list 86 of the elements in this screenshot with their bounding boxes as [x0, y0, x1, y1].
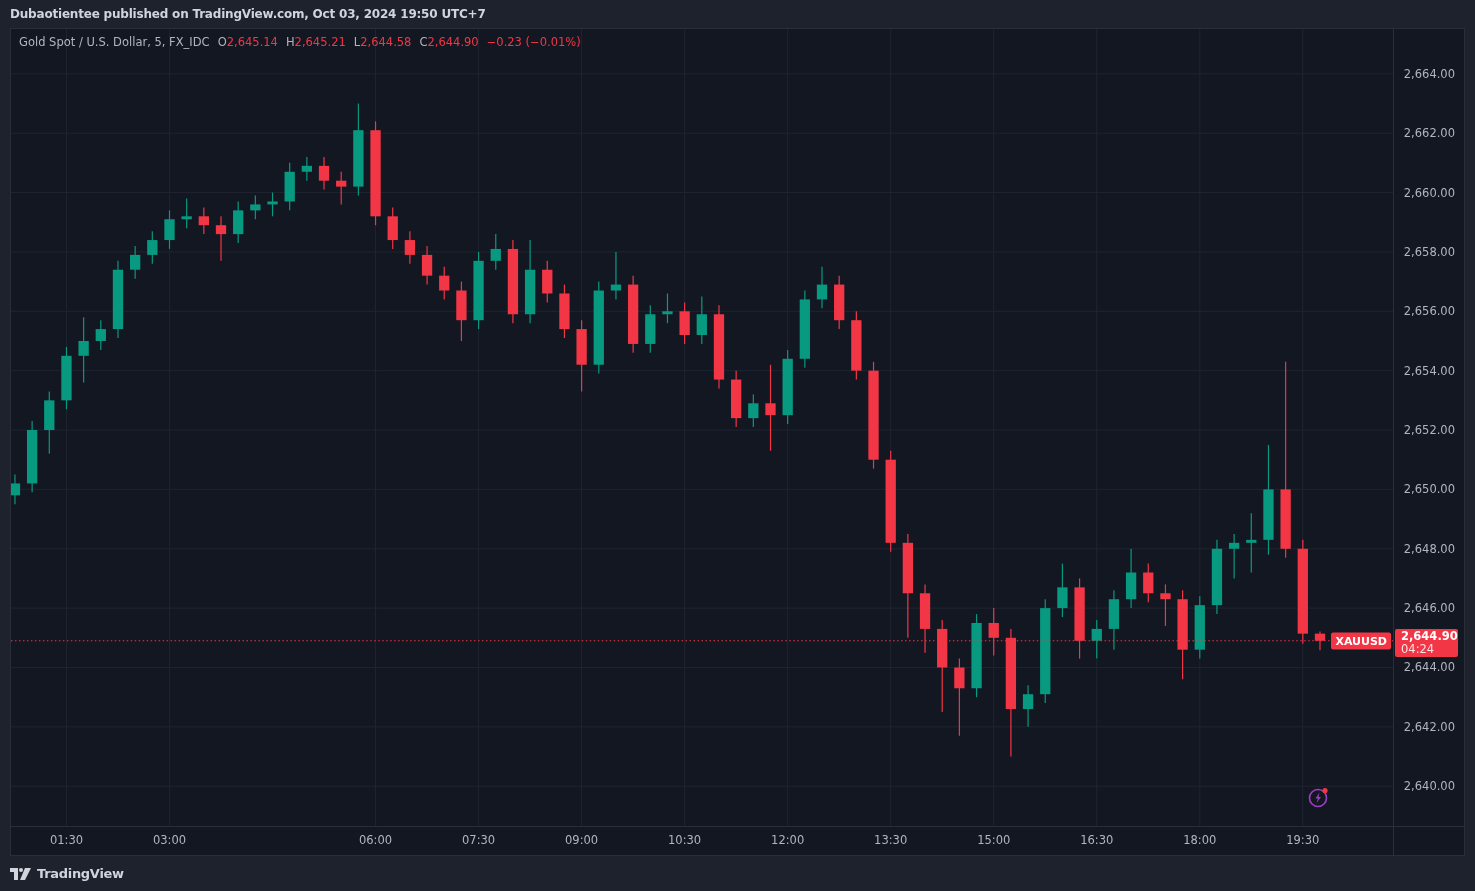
candlestick — [542, 260, 553, 303]
symbol-tag: XAUUSD — [1331, 632, 1391, 650]
time-tick: 15:00 — [977, 833, 1011, 847]
candlestick — [679, 301, 690, 345]
candlestick — [1125, 548, 1137, 609]
candlestick — [1246, 512, 1257, 574]
candlestick — [404, 230, 416, 265]
price-tick: 2,658.00 — [1403, 244, 1455, 259]
candlestick — [147, 230, 158, 265]
candlestick — [1160, 583, 1171, 627]
candlestick — [387, 206, 398, 250]
lightning-icon[interactable] — [1308, 786, 1330, 808]
ohlc-value: H2,645.21 — [285, 35, 346, 49]
candlestick — [559, 283, 570, 339]
candlestick — [336, 171, 347, 206]
price-tick: 2,656.00 — [1403, 304, 1455, 319]
time-tick: 12:00 — [771, 833, 805, 847]
candlestick — [834, 275, 845, 330]
candlestick — [851, 310, 862, 381]
candlestick — [731, 370, 742, 428]
candlestick — [919, 583, 931, 654]
candlestick — [95, 319, 106, 351]
candlestick — [645, 304, 656, 354]
time-tick: 01:30 — [49, 833, 84, 847]
candlestick — [61, 346, 72, 410]
candlestick — [696, 295, 707, 345]
candlestick — [456, 281, 467, 342]
candlestick — [1022, 684, 1034, 728]
candlestick — [439, 266, 450, 301]
symbol-title: Gold Spot / U.S. Dollar, 5, FX_IDC — [19, 35, 210, 49]
time-tick: 10:30 — [668, 833, 702, 847]
ohlc-value: C2,644.90 — [419, 35, 479, 49]
candlestick — [250, 194, 261, 220]
time-tick: 19:30 — [1286, 833, 1320, 847]
candlestick — [1108, 589, 1120, 651]
candlestick — [164, 209, 175, 250]
candlestick — [78, 316, 89, 384]
candlestick — [44, 390, 55, 455]
candlestick — [130, 245, 141, 280]
price-tick: 2,644.00 — [1403, 660, 1455, 675]
time-tick: 09:00 — [565, 833, 599, 847]
time-tick: 03:00 — [152, 833, 187, 847]
candlestick — [198, 206, 209, 235]
candlestick — [215, 215, 227, 262]
candlestick — [1091, 619, 1102, 660]
candlestick — [610, 251, 622, 301]
candlestick — [1057, 563, 1068, 618]
ohlc-value: L2,644.58 — [353, 35, 412, 49]
candlestick — [318, 156, 330, 191]
candlestick — [988, 607, 999, 657]
candlestick — [662, 292, 673, 324]
time-tick: 16:30 — [1080, 833, 1114, 847]
candlestick — [181, 197, 192, 229]
candlestick — [816, 266, 828, 309]
brand-name: TradingView — [37, 866, 124, 881]
candlestick — [1143, 563, 1154, 603]
candlestick — [284, 162, 295, 211]
time-tick: 07:30 — [462, 833, 496, 847]
price-tick: 2,654.00 — [1403, 363, 1455, 378]
candlestick — [490, 233, 501, 271]
price-tick: 2,640.00 — [1403, 779, 1455, 794]
candlestick — [1229, 533, 1240, 580]
candlestick — [233, 200, 244, 244]
price-tick: 2,648.00 — [1403, 541, 1455, 556]
price-tick: 2,650.00 — [1403, 482, 1455, 497]
logo-icon — [10, 867, 32, 880]
price-tick: 2,646.00 — [1403, 601, 1455, 616]
last-price-tag: 2,644.90 04:24 — [1395, 628, 1458, 657]
candlestick — [421, 245, 433, 286]
ohlc-value: O2,645.14 — [217, 35, 278, 49]
candlestick — [1314, 630, 1326, 651]
candlestick — [301, 156, 312, 182]
time-tick: 13:30 — [874, 833, 908, 847]
price-tick: 2,660.00 — [1403, 185, 1455, 200]
price-change: −0.23 (−0.01%) — [486, 35, 581, 49]
candlestick — [11, 473, 21, 505]
candlestick — [267, 191, 278, 217]
publication-caption: Dubaotientee published on TradingView.com, Oct 03, 2024 19:50 UTC+7 — [10, 7, 486, 21]
price-tick: 2,662.00 — [1403, 126, 1455, 141]
price-tick: 2,664.00 — [1403, 66, 1455, 81]
candlestick — [748, 393, 759, 428]
price-tick: 2,652.00 — [1403, 423, 1455, 437]
time-tick: 06:00 — [358, 833, 393, 847]
time-tick: 18:00 — [1183, 833, 1217, 847]
candlestick — [1194, 595, 1205, 660]
price-tick: 2,642.00 — [1403, 719, 1455, 734]
